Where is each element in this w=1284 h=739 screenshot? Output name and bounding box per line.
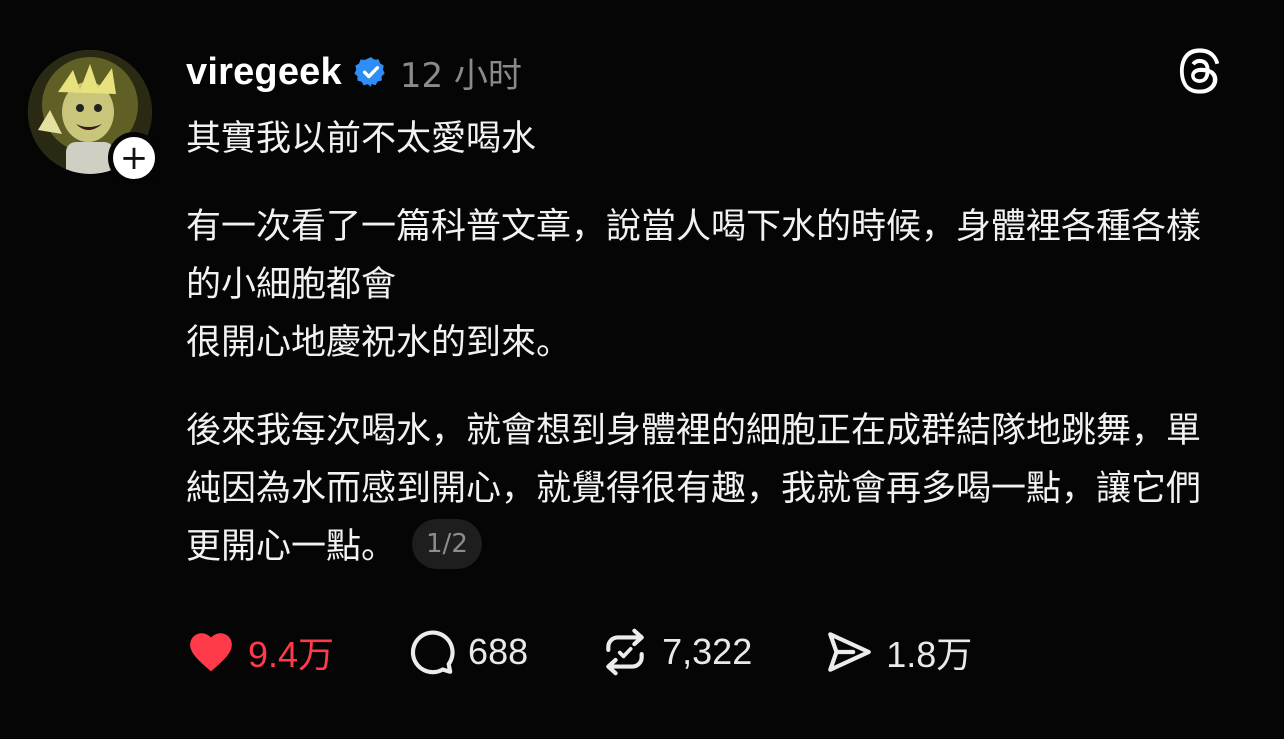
- threads-logo-icon[interactable]: [1178, 48, 1224, 94]
- post-first-line: 其實我以前不太愛喝水: [186, 119, 537, 159]
- plus-icon: +: [119, 138, 149, 178]
- repost-icon: [606, 628, 644, 676]
- post-paragraph-1: 有一次看了一篇科普文章，說當人喝下水的時候，身體裡各種各樣的小細胞都會: [186, 207, 1202, 305]
- share-count: 1.8万: [886, 634, 973, 675]
- post-timestamp: 12 小时: [399, 55, 522, 96]
- post-header: viregeek 12 小时: [186, 48, 522, 96]
- like-count: 9.4万: [248, 634, 335, 675]
- username[interactable]: viregeek: [186, 51, 342, 94]
- post-paragraph-3: 後來我每次喝水，就會想到身體裡的細胞正在成群結隊地跳舞，單純因為水而感到開心，就…: [186, 402, 1231, 576]
- comment-button[interactable]: 688: [406, 627, 528, 677]
- post-paragraph-2: 很開心地慶祝水的到來。: [186, 323, 572, 363]
- repost-button[interactable]: 7,322: [600, 627, 752, 677]
- post-body: 其實我以前不太愛喝水 有一次看了一篇科普文章，說當人喝下水的時候，身體裡各種各樣…: [186, 110, 1231, 576]
- comment-count: 688: [468, 631, 529, 672]
- like-button[interactable]: 9.4万: [186, 626, 334, 678]
- verified-badge-icon: [354, 55, 388, 89]
- share-icon: [828, 632, 872, 672]
- threads-post: + viregeek 12 小时 其實我以前不太愛喝水 有一次看了一篇科普文章，…: [0, 0, 1284, 739]
- follow-plus-button[interactable]: +: [108, 132, 160, 184]
- comment-icon: [410, 630, 455, 675]
- share-button[interactable]: 1.8万: [824, 626, 972, 678]
- post-paragraph-3-text: 後來我每次喝水，就會想到身體裡的細胞正在成群結隊地跳舞，單純因為水而感到開心，就…: [186, 411, 1202, 567]
- page-indicator[interactable]: 1/2: [412, 519, 482, 569]
- repost-count: 7,322: [662, 631, 753, 672]
- action-bar: 9.4万 688 7,322 1.8万: [186, 622, 1044, 682]
- heart-icon: [190, 633, 232, 672]
